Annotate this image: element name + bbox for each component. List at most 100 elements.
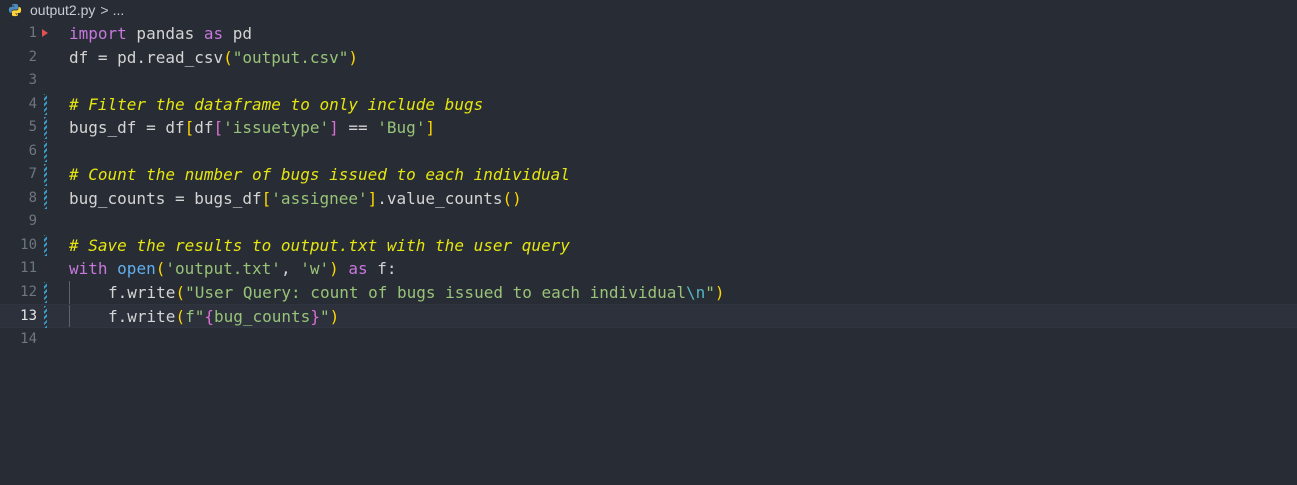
breakpoint-arrow-icon[interactable] — [42, 29, 48, 37]
comment: # Count the number of bugs issued to eac… — [69, 165, 570, 184]
modified-line-marker — [44, 93, 47, 115]
code-line[interactable]: 12 f.write("User Query: count of bugs is… — [0, 280, 1297, 305]
code-text: bugs_df = df[df['issuetype'] == 'Bug'] — [69, 116, 435, 140]
bracket: { — [204, 307, 214, 326]
code-line[interactable]: 7 # Count the number of bugs issued to e… — [0, 163, 1297, 187]
bracket: [ — [213, 118, 224, 137]
line-number: 7 — [28, 166, 37, 182]
string: 'issuetype' — [223, 118, 330, 137]
code-line[interactable]: 11 with open('output.txt', 'w') as f: — [0, 257, 1297, 281]
line-number: 4 — [28, 95, 37, 112]
code-token: f: — [367, 259, 397, 278]
keyword: import — [69, 24, 127, 43]
builtin-function: open — [117, 259, 156, 278]
bracket: () — [502, 188, 522, 208]
code-token: , — [280, 259, 301, 278]
string: 'output.txt' — [165, 259, 281, 278]
modified-line-marker — [44, 117, 47, 139]
line-number: 6 — [28, 142, 37, 159]
line-number: 3 — [28, 72, 37, 88]
line-number: 14 — [20, 330, 37, 347]
breadcrumb-file-name[interactable]: output2.py — [30, 2, 95, 18]
bracket: ] — [425, 118, 436, 137]
modified-line-marker — [44, 281, 47, 303]
line-number: 13 — [20, 308, 37, 324]
bracket: } — [310, 307, 320, 326]
code-line[interactable]: 10 # Save the results to output.txt with… — [0, 234, 1297, 258]
code-line[interactable]: 14 — [0, 328, 1297, 352]
code-line[interactable]: 6 — [0, 140, 1297, 164]
code-text: df = pd.read_csv("output.csv") — [69, 46, 358, 70]
modified-line-marker — [44, 234, 47, 256]
code-token: df — [194, 118, 214, 137]
keyword: as — [348, 259, 368, 278]
code-token: == — [338, 118, 378, 137]
code-text: f.write(f"{bug_counts}") — [69, 305, 339, 329]
code-text: import pandas as pd — [69, 22, 252, 46]
code-token: df = pd.read_csv — [69, 47, 224, 67]
string: bug_counts — [213, 307, 311, 326]
line-number: 8 — [28, 189, 37, 206]
string: 'assignee' — [271, 188, 368, 208]
code-token: bug_counts = bugs_df — [69, 188, 262, 208]
breadcrumb: output2.py > ... — [8, 0, 124, 20]
string: " — [319, 307, 330, 326]
code-line[interactable]: 3 — [0, 69, 1297, 93]
string: " — [705, 282, 715, 302]
code-token: f.write — [108, 307, 176, 326]
bracket: ) — [329, 307, 340, 326]
bracket: ) — [714, 282, 725, 302]
keyword: with — [69, 259, 108, 278]
code-token: .value_counts — [377, 188, 503, 208]
python-file-icon — [8, 3, 22, 17]
bracket: ) — [329, 259, 339, 278]
bracket: [ — [184, 118, 195, 137]
string: "output.csv" — [232, 47, 349, 67]
bracket: ( — [175, 307, 186, 326]
code-text: with open('output.txt', 'w') as f: — [69, 257, 397, 281]
line-number: 5 — [28, 119, 37, 135]
code-line[interactable]: 1 import pandas as pd — [0, 22, 1297, 46]
string: 'Bug' — [377, 118, 426, 137]
modified-line-marker — [44, 140, 47, 162]
breadcrumb-more[interactable]: ... — [113, 2, 125, 18]
code-token: pandas — [126, 24, 204, 43]
code-text: bug_counts = bugs_df['assignee'].value_c… — [69, 187, 522, 211]
code-line[interactable]: 5 bugs_df = df[df['issuetype'] == 'Bug'] — [0, 116, 1297, 140]
string: f" — [185, 307, 205, 326]
bracket: ( — [155, 259, 166, 278]
code-token: bugs_df = df — [69, 118, 185, 137]
code-line[interactable]: 9 — [0, 210, 1297, 234]
code-token: f.write — [108, 282, 176, 302]
bracket: ] — [329, 118, 339, 137]
code-token: pd — [223, 24, 253, 43]
bracket: [ — [261, 188, 272, 208]
comment: # Save the results to output.txt with th… — [69, 235, 570, 255]
modified-line-marker — [44, 306, 47, 328]
escape-sequence: \n — [685, 282, 706, 302]
line-number: 11 — [20, 260, 37, 276]
line-number: 12 — [20, 283, 37, 300]
bracket: ] — [367, 188, 378, 208]
line-number: 2 — [28, 48, 37, 65]
comment: # Filter the dataframe to only include b… — [69, 94, 484, 114]
line-number: 1 — [28, 25, 37, 41]
code-line[interactable]: 4 # Filter the dataframe to only include… — [0, 93, 1297, 117]
code-text: f.write("User Query: count of bugs issue… — [69, 281, 725, 305]
code-line[interactable]: 2 df = pd.read_csv("output.csv") — [0, 46, 1297, 70]
string: 'w' — [300, 259, 330, 278]
bracket: ( — [175, 282, 186, 302]
modified-line-marker — [44, 164, 47, 186]
code-line[interactable]: 8 bug_counts = bugs_df['assignee'].value… — [0, 187, 1297, 211]
code-line-current[interactable]: 13 f.write(f"{bug_counts}") — [0, 304, 1297, 328]
line-number: 9 — [28, 213, 37, 229]
bracket: ( — [223, 47, 233, 67]
keyword: as — [203, 24, 224, 43]
code-editor[interactable]: 1 import pandas as pd 2 df = pd.read_csv… — [0, 22, 1297, 351]
modified-line-marker — [44, 187, 47, 209]
line-number: 10 — [20, 236, 37, 253]
breadcrumb-separator-icon: > — [100, 2, 109, 18]
string: "User Query: count of bugs issued to eac… — [185, 282, 686, 302]
